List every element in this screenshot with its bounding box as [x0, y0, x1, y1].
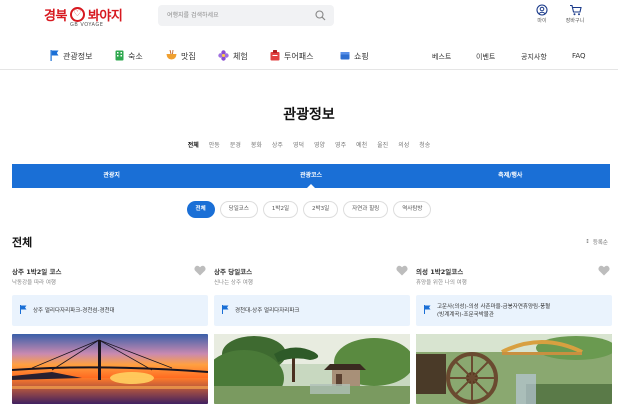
route-text-line2: (빙계계곡)-조문국박물관	[437, 311, 494, 318]
region-item[interactable]: 울진	[377, 140, 388, 149]
card-title: 상주 1박2일 코스	[12, 268, 62, 276]
nav-item-shopping[interactable]: 쇼핑	[340, 50, 369, 62]
route-box: 경천대-상주 얼리다자리파크	[214, 295, 410, 326]
card-subtitle: 낙동강을 따라 여행	[12, 280, 56, 286]
region-item[interactable]: 영주	[335, 140, 346, 149]
nav-item-lodging[interactable]: 숙소	[115, 50, 143, 63]
page-title: 관광정보	[283, 107, 335, 123]
nav-label: 투어패스	[284, 52, 314, 61]
region-item[interactable]: 의성	[398, 140, 409, 149]
nav-label: 쇼핑	[354, 51, 369, 61]
sort-label: 등록순	[592, 240, 608, 246]
nav-item-experience[interactable]: 체험	[218, 50, 248, 63]
flower-icon	[218, 50, 229, 63]
nav-link-notice[interactable]: 공지사항	[521, 52, 547, 62]
tab-attractions[interactable]: 관광지	[12, 164, 211, 188]
nav-label: 체험	[233, 52, 248, 61]
chip-2night[interactable]: 2박3일	[303, 201, 339, 218]
search-icon[interactable]	[315, 10, 326, 23]
main-nav: 관광정보 숙소 맛집 체험 투어패스 쇼핑 베스트 이벤트 공지사항 FAQ	[0, 44, 618, 70]
card-title: 상주 당일코스	[214, 268, 253, 276]
card-subtitle: 신나는 상주 여행	[214, 280, 253, 286]
nav-item-tourpass[interactable]: 투어패스	[270, 50, 313, 63]
cart-button[interactable]: 장바구니	[555, 4, 595, 24]
route-text: 고운사(의성)-의성 사촌마을-금봉자연휴양림-풍혈 (빙계계곡)-조문국박물관	[437, 303, 550, 319]
card-image-waterwheel	[416, 334, 612, 404]
region-item[interactable]: 안동	[209, 140, 220, 149]
nav-label: 관광정보	[63, 52, 93, 61]
flag-icon	[222, 305, 229, 316]
region-item[interactable]: 문경	[230, 140, 241, 149]
region-item[interactable]: 전체	[188, 140, 199, 149]
search-box	[158, 5, 334, 26]
tab-courses[interactable]: 관광코스	[211, 164, 410, 188]
flag-icon	[50, 50, 59, 63]
card-image-bridge-sunset	[12, 334, 208, 404]
nav-link-faq[interactable]: FAQ	[572, 52, 586, 60]
ticket-icon	[270, 50, 280, 63]
logo-mark-icon: ♡	[69, 7, 85, 22]
nav-label: 숙소	[128, 52, 143, 61]
region-item[interactable]: 청송	[419, 140, 430, 149]
route-box: 상주 얼리다자리파크-경천섬-경천대	[12, 295, 208, 326]
logo-text-left: 경북	[44, 9, 67, 24]
route-box: 고운사(의성)-의성 사촌마을-금봉자연휴양림-풍혈 (빙계계곡)-조문국박물관	[416, 295, 612, 326]
route-text: 경천대-상주 얼리다자리파크	[235, 307, 300, 314]
cart-icon	[555, 4, 595, 16]
nav-link-best[interactable]: 베스트	[432, 52, 451, 62]
logo-subtitle: GB VOYAGE	[70, 22, 104, 28]
nav-item-food[interactable]: 맛집	[166, 49, 196, 62]
chip-history[interactable]: 역사탐방	[393, 201, 432, 218]
heart-icon[interactable]	[598, 265, 610, 278]
card-subtitle: 휴양을 위한 나의 여행	[416, 280, 467, 286]
section-title: 전체	[12, 236, 33, 249]
region-item[interactable]: 봉화	[251, 140, 262, 149]
building-icon	[115, 50, 124, 63]
heart-icon[interactable]	[396, 265, 408, 278]
chip-day-course[interactable]: 당일코스	[219, 201, 258, 218]
card-title: 의성 1박2일코스	[416, 268, 464, 276]
chip-1night[interactable]: 1박2일	[262, 201, 299, 218]
chip-all[interactable]: 전체	[186, 201, 215, 218]
category-tabs: 관광지 관광코스 축제/행사	[12, 164, 610, 188]
bowl-icon	[166, 49, 177, 62]
region-item[interactable]: 상주	[272, 140, 283, 149]
flag-icon	[20, 305, 27, 316]
sort-icon: ↕	[585, 239, 590, 245]
nav-item-tourism[interactable]: 관광정보	[50, 50, 92, 63]
bag-icon	[340, 50, 350, 62]
route-text-line1: 고운사(의성)-의성 사촌마을-금봉자연휴양림-풍혈	[437, 303, 551, 310]
cart-label: 장바구니	[565, 18, 585, 24]
header: 경북 ♡ 봐야지 GB VOYAGE 마이 장바구니	[0, 0, 618, 40]
chip-nature-healing[interactable]: 자연과 힐링	[343, 201, 389, 218]
flag-icon	[424, 305, 431, 316]
region-item[interactable]: 영양	[314, 140, 325, 149]
heart-icon[interactable]	[194, 265, 206, 278]
nav-label: 맛집	[181, 51, 196, 61]
tab-festivals[interactable]: 축제/행사	[411, 164, 610, 188]
course-type-filter: 전체 당일코스 1박2일 2박3일 자연과 힐링 역사탐방	[0, 201, 618, 218]
card-image-pavilion-pine	[214, 334, 410, 404]
region-item[interactable]: 영덕	[293, 140, 304, 149]
route-text: 상주 얼리다자리파크-경천섬-경천대	[33, 307, 115, 314]
search-input[interactable]	[158, 5, 308, 26]
region-item[interactable]: 예천	[356, 140, 367, 149]
nav-link-event[interactable]: 이벤트	[476, 52, 495, 62]
sort-button[interactable]: ↕ 등록순	[585, 238, 608, 246]
region-filter: 전체 안동 문경 봉화 상주 영덕 영양 영주 예천 울진 의성 청송	[0, 140, 618, 149]
